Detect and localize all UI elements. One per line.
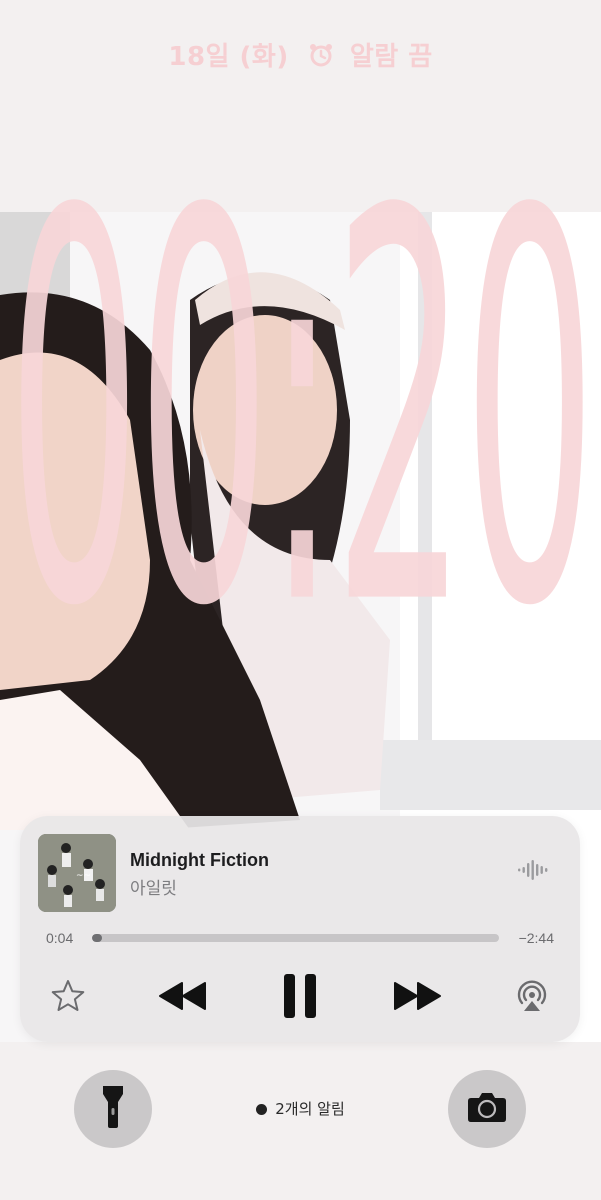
date-label: 18일 (화) [168,42,289,72]
elapsed-time: 0:04 [46,930,74,946]
airplay-icon[interactable] [512,976,552,1016]
rewind-icon[interactable] [156,976,210,1016]
camera-icon [467,1091,507,1127]
fast-forward-icon[interactable] [390,976,444,1016]
remaining-time: −2:44 [518,930,554,946]
album-art[interactable]: ~~ [38,834,116,912]
svg-text:~~: ~~ [76,871,91,881]
camera-button[interactable] [448,1070,526,1148]
alarm-status-label: 알람 끔 [349,42,433,72]
track-artist: 아일릿 [130,879,177,899]
playback-progress-bar[interactable] [92,934,499,942]
audio-waveform-icon[interactable] [518,860,548,884]
pause-icon[interactable] [278,968,322,1024]
notification-count-label: 2개의 알림 [275,1100,345,1118]
star-icon[interactable] [48,976,88,1016]
notification-dot [256,1104,268,1115]
playback-progress-fill [92,934,102,942]
date-alarm-line: 18일 (화) 알람 끔 [0,36,601,75]
track-title: Midnight Fiction [130,850,269,870]
now-playing-widget[interactable]: ~~ Midnight Fiction 아일릿 0:04 −2:44 [20,816,580,1042]
alarm-clock-icon [308,42,334,75]
